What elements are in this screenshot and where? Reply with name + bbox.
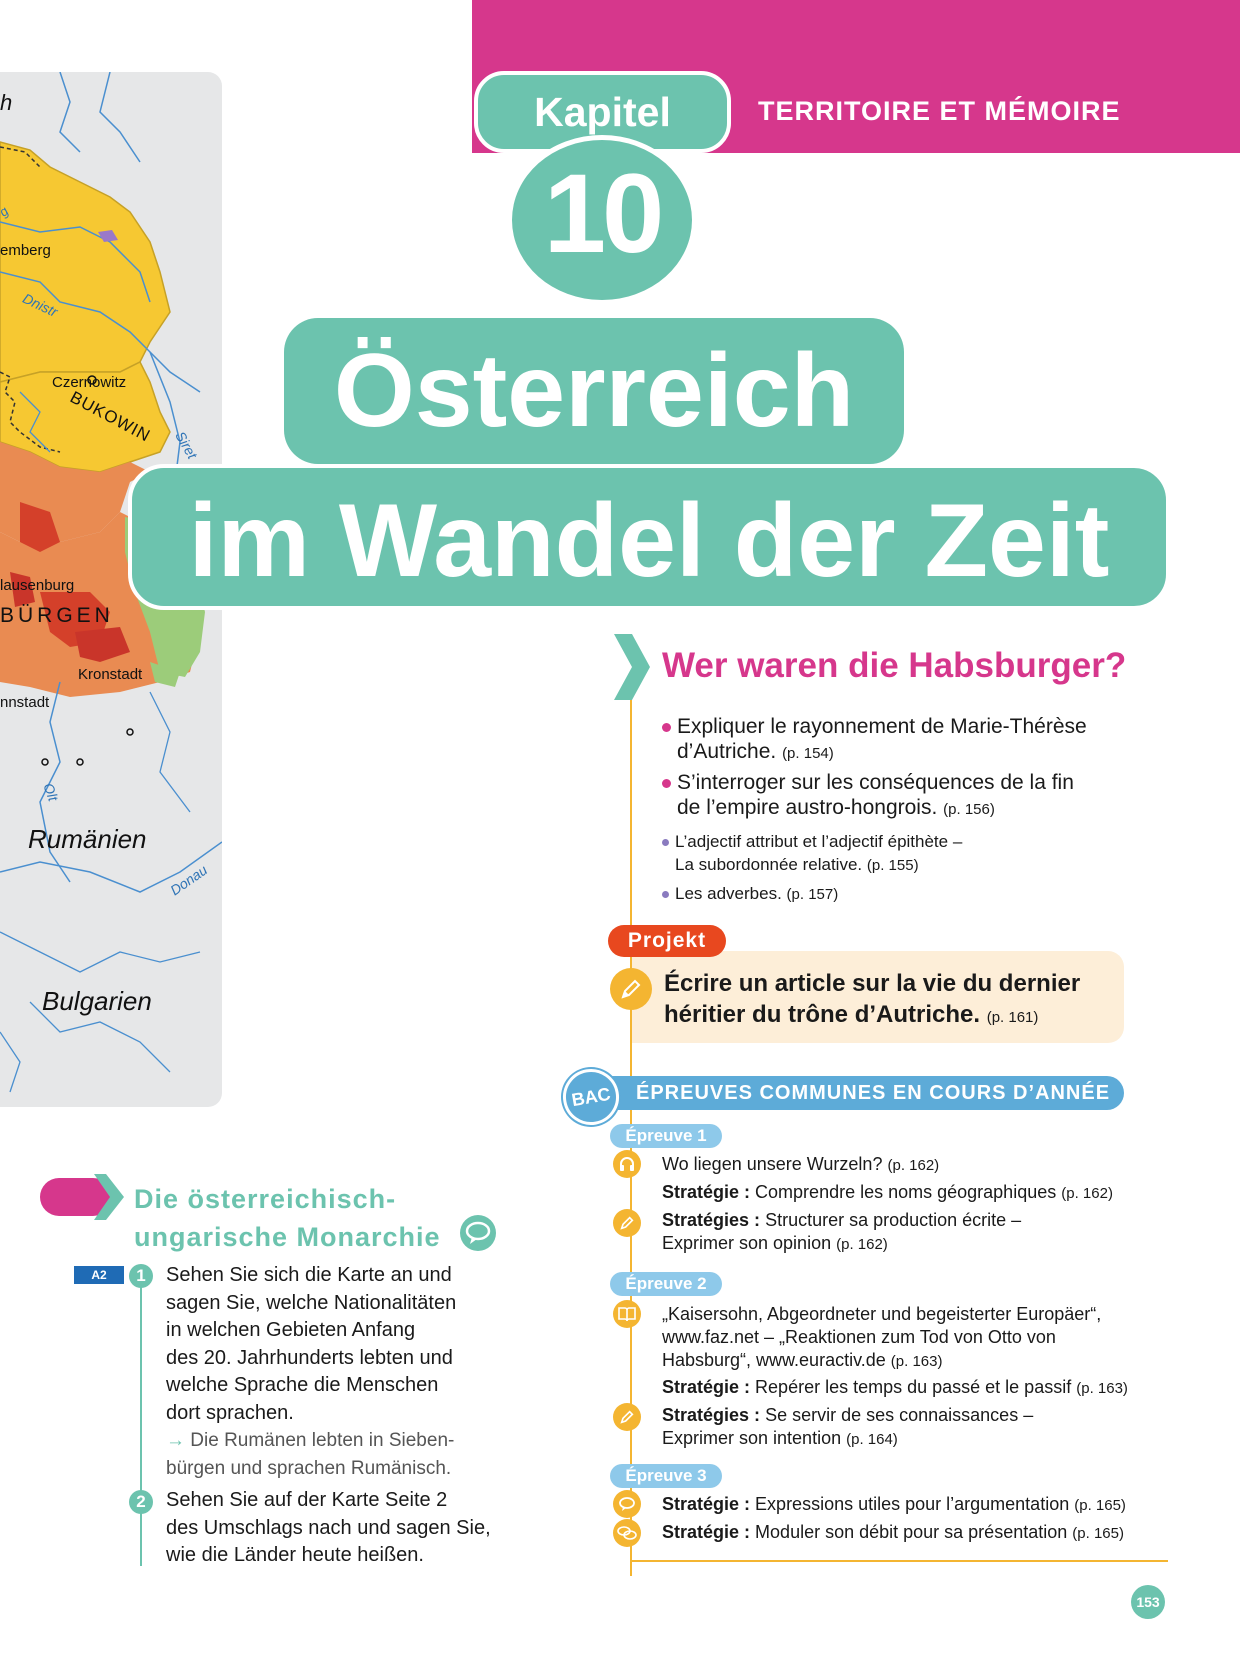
task-line [140, 1280, 142, 1566]
epreuve-item: Stratégies : Se servir de ses connaissan… [662, 1405, 1034, 1448]
epreuve-item: Stratégie : Comprendre les noms géograph… [662, 1182, 1113, 1202]
map-label-rumaenien: Rumänien [28, 824, 147, 854]
bullet-icon [662, 839, 669, 847]
task-text: Sehen Sie auf der Karte Seite 2 des Umsc… [166, 1489, 491, 1566]
chapter-title-line2: im Wandel der Zeit [128, 464, 1170, 610]
bac-badge: BAC [558, 1064, 624, 1130]
section-heading-habsburger: Wer waren die Habsburger? [662, 646, 1127, 685]
map-label-siebenbuergen: BÜRGEN [0, 604, 114, 627]
project-badge: Projekt [608, 925, 726, 957]
chapter-number: 10 [507, 135, 697, 305]
dialogue-icon [613, 1519, 641, 1547]
book-icon [613, 1300, 641, 1328]
epreuve-item: Stratégie : Moduler son débit pour sa pr… [662, 1522, 1124, 1542]
chevron-right-icon [94, 1174, 124, 1220]
bullet-icon [662, 778, 671, 788]
epreuve-badge: Épreuve 2 [610, 1272, 722, 1296]
task-number: 1 [129, 1264, 153, 1288]
pencil-icon [613, 1209, 641, 1237]
epreuve-item: Stratégie : Repérer les temps du passé e… [662, 1377, 1128, 1397]
objective-item: Expliquer le rayonnement de Marie-Thérès… [662, 714, 1087, 766]
timeline-end-line [630, 1560, 1168, 1562]
pencil-icon [613, 1403, 641, 1431]
bac-header: ÉPREUVES COMMUNES EN COURS D’ANNÉE [612, 1076, 1124, 1110]
pencil-icon [610, 968, 652, 1010]
map-label-kronstadt: Kronstadt [78, 666, 143, 683]
level-badge: A2 [74, 1266, 124, 1284]
section-title: TERRITOIRE ET MÉMOIRE [758, 96, 1121, 126]
epreuve-item: Stratégie : Expressions utiles pour l’ar… [662, 1494, 1126, 1514]
map-label-hermannstadt: nnstadt [0, 694, 50, 711]
map-label-lemberg: emberg [0, 242, 51, 259]
grammar-item: L’adjectif attribut et l’adjectif épithè… [662, 830, 962, 877]
map-label-partial-h: h [0, 90, 13, 115]
objective-item: S’interroger sur les conséquences de la … [662, 770, 1074, 822]
page-number: 153 [1131, 1585, 1165, 1619]
epreuve-badge: Épreuve 1 [610, 1124, 722, 1148]
epreuve-item: Stratégies : Structurer sa production éc… [662, 1210, 1022, 1253]
epreuve-badge: Épreuve 3 [610, 1464, 722, 1488]
task-number: 2 [129, 1490, 153, 1514]
section-heading-monarchie: Die österreichisch- ungarische Monarchie [134, 1184, 441, 1252]
epreuve-item: Wo liegen unsere Wurzeln? (p. 162) [662, 1154, 940, 1174]
bullet-icon [662, 722, 671, 732]
project-description: Écrire un article sur la vie du dernier … [664, 970, 1081, 1028]
speech-bubble-icon [460, 1215, 496, 1251]
chevron-right-icon [614, 634, 650, 700]
chapter-title-line1: Österreich [284, 318, 904, 464]
bullet-icon [662, 891, 669, 899]
task-text: Sehen Sie sich die Karte an und sagen Si… [166, 1264, 457, 1479]
map-label-bulgarien: Bulgarien [42, 986, 152, 1016]
speech-bubble-icon [613, 1490, 641, 1518]
headphones-icon [613, 1150, 641, 1178]
epreuve-item: „Kaisersohn, Abgeordneter und begeistert… [662, 1304, 1102, 1370]
grammar-item: Les adverbes. (p. 157) [662, 882, 838, 906]
map-label-klausenburg: lausenburg [0, 577, 75, 594]
map-label-czernowitz: Czernowitz [52, 374, 127, 391]
